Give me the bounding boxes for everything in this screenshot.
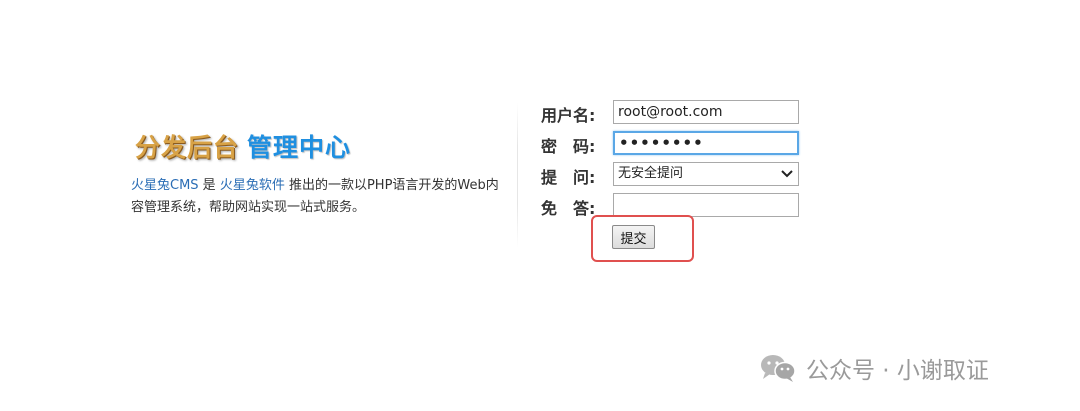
question-selected-value: 无安全提问 bbox=[618, 166, 684, 181]
password-input[interactable]: •••••••• bbox=[613, 131, 799, 155]
submit-button[interactable]: 提交 bbox=[612, 225, 655, 249]
question-label: 提 问: bbox=[541, 168, 596, 187]
brand-title: 分发后台 管理中心 bbox=[135, 128, 351, 164]
security-question-select[interactable]: 无安全提问 bbox=[613, 162, 799, 186]
username-input[interactable]: root@root.com bbox=[613, 100, 799, 124]
software-link[interactable]: 火星兔软件 bbox=[220, 178, 285, 193]
cms-link[interactable]: 火星兔CMS bbox=[131, 178, 199, 193]
watermark-text: 公众号 · 小谢取证 bbox=[806, 358, 989, 384]
username-label: 用户名: bbox=[541, 106, 596, 125]
brand-description: 火星兔CMS 是 火星兔软件 推出的一款以PHP语言开发的Web内容管理系统，帮… bbox=[131, 175, 511, 219]
answer-input[interactable] bbox=[613, 193, 799, 217]
answer-label: 免 答: bbox=[541, 199, 596, 218]
vertical-divider bbox=[517, 103, 518, 248]
chevron-down-icon bbox=[781, 170, 793, 178]
brand-title-part1: 分发后台 bbox=[135, 133, 240, 162]
watermark: 公众号 · 小谢取证 bbox=[758, 350, 989, 386]
desc-text-1: 是 bbox=[198, 178, 220, 193]
wechat-icon bbox=[761, 355, 796, 382]
password-label: 密 码: bbox=[541, 137, 596, 156]
brand-title-part2: 管理中心 bbox=[247, 133, 352, 162]
